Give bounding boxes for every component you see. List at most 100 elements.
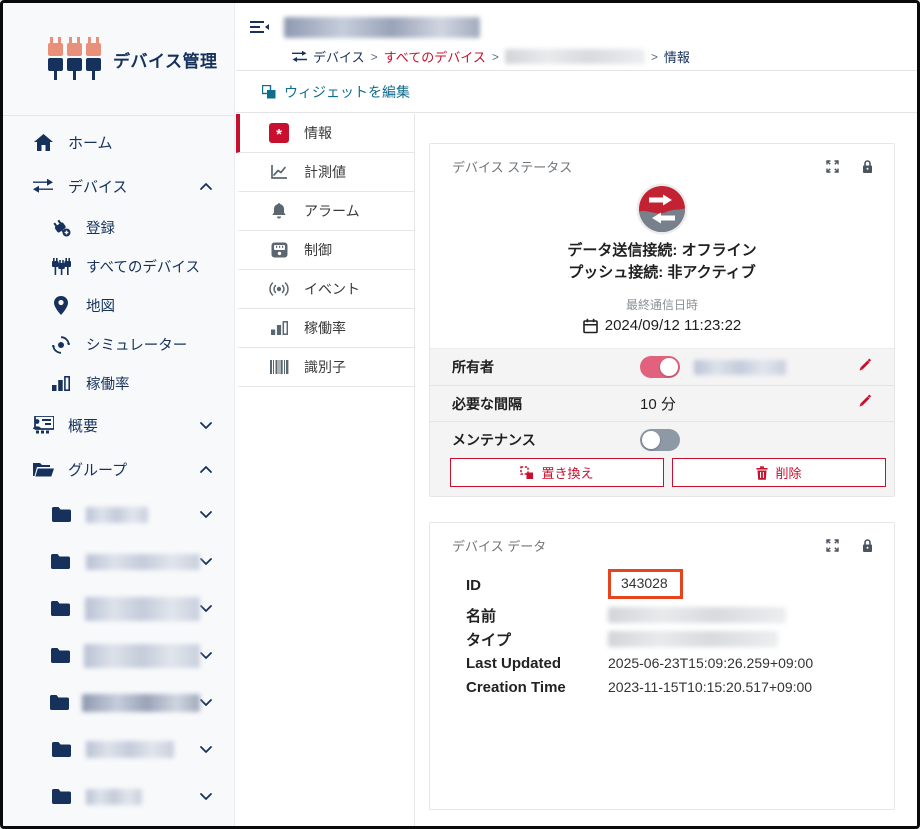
tab-identifiers[interactable]: 識別子 xyxy=(236,348,414,387)
sidebar-item-groups[interactable]: グループ xyxy=(3,447,234,491)
sidebar-nav: ホーム デバイス 登録 すべてのデバイス 地図 シミュレーター 稼働率 概要 グ… xyxy=(3,116,234,820)
sidebar-item-all-devices[interactable]: すべてのデバイス xyxy=(3,247,234,286)
interval-row: 必要な間隔 10 分 xyxy=(430,385,894,421)
page-title-redacted xyxy=(284,17,480,38)
field-label: ID xyxy=(466,576,481,594)
tab-label: 識別子 xyxy=(304,359,346,375)
tab-label: アラーム xyxy=(304,203,360,219)
simulator-icon xyxy=(49,335,73,354)
content: * 情報 計測値 アラーム 制御 イベント 稼働率 識別子 デバイス ステータス… xyxy=(236,114,917,826)
send-connection-label: データ送信接続: xyxy=(567,242,678,259)
chevron-down-icon xyxy=(200,558,212,565)
field-label: Creation Time xyxy=(466,678,566,696)
field-row-name: 名前 xyxy=(466,603,894,627)
sidebar-group-item-redacted[interactable] xyxy=(3,632,234,679)
edit-widgets-button[interactable]: ウィジェットを編集 xyxy=(262,82,410,102)
sidebar-item-label: 稼働率 xyxy=(86,377,130,393)
tab-events[interactable]: イベント xyxy=(236,270,414,309)
widget-toolbar: ウィジェットを編集 xyxy=(236,71,917,113)
delete-button[interactable]: 削除 xyxy=(672,458,886,487)
breadcrumb-device-name-redacted xyxy=(504,49,645,64)
barcode-icon xyxy=(268,360,290,374)
collapse-sidebar-icon[interactable] xyxy=(250,20,270,36)
expand-icon[interactable] xyxy=(826,539,839,552)
redacted-group-name xyxy=(82,693,200,712)
sidebar-item-map[interactable]: 地図 xyxy=(3,286,234,325)
bell-icon xyxy=(268,202,290,220)
interval-value: 10 分 xyxy=(640,396,676,413)
sidebar-item-devices[interactable]: デバイス xyxy=(3,164,234,208)
sidebar-item-home[interactable]: ホーム xyxy=(3,120,234,164)
broadcast-icon xyxy=(268,282,290,296)
breadcrumb-devices[interactable]: デバイス xyxy=(313,47,365,66)
sidebar-group-item-redacted[interactable] xyxy=(3,585,234,632)
edit-widgets-label: ウィジェットを編集 xyxy=(284,83,410,100)
sidebar-item-simulator[interactable]: シミュレーター xyxy=(3,325,234,364)
sidebar-item-label: すべてのデバイス xyxy=(86,260,200,276)
lock-icon[interactable] xyxy=(861,538,874,553)
main-area: デバイス > すべてのデバイス > > 情報 ウィジェットを編集 * 情報 計測… xyxy=(236,3,917,826)
owner-row: 所有者 xyxy=(430,349,894,385)
field-row-id: ID 343028 xyxy=(466,567,894,603)
edit-interval-icon[interactable] xyxy=(858,394,872,413)
sidebar-item-utilization[interactable]: 稼働率 xyxy=(3,364,234,403)
breadcrumb: デバイス > すべてのデバイス > > 情報 xyxy=(292,47,917,66)
sidebar-item-label: シミュレーター xyxy=(86,338,188,354)
chevron-down-icon xyxy=(200,511,212,518)
sidebar-group-item-redacted[interactable] xyxy=(3,726,234,773)
sidebar-group-item-redacted[interactable] xyxy=(3,491,234,538)
tab-info[interactable]: * 情報 xyxy=(236,114,414,153)
device-data-card: デバイス データ ID 343028 名前 タイプ Last Updated 2… xyxy=(429,522,895,810)
push-connection-label: プッシュ接続: xyxy=(568,264,664,281)
sidebar-item-register[interactable]: 登録 xyxy=(3,208,234,247)
lock-icon[interactable] xyxy=(861,159,874,174)
chevron-down-icon xyxy=(200,746,212,753)
connection-status-icon xyxy=(636,183,688,235)
expand-icon[interactable] xyxy=(826,160,839,173)
maintenance-toggle[interactable] xyxy=(640,428,680,451)
bar-chart-icon xyxy=(268,321,290,335)
field-label: Last Updated xyxy=(466,654,562,672)
open-folder-icon xyxy=(31,461,55,477)
tab-control[interactable]: 制御 xyxy=(236,231,414,270)
owner-toggle[interactable] xyxy=(640,356,680,378)
redacted-group-name xyxy=(85,596,200,621)
field-value-type-redacted xyxy=(608,631,778,647)
field-row-type: タイプ xyxy=(466,627,894,651)
delete-button-label: 削除 xyxy=(775,466,802,481)
field-label: 名前 xyxy=(466,607,497,625)
plugs-logo-icon xyxy=(48,37,101,81)
control-meter-icon xyxy=(268,242,290,258)
swap-arrows-icon xyxy=(292,51,307,62)
id-highlight-box: 343028 xyxy=(608,569,683,599)
folder-icon xyxy=(49,648,71,663)
field-value-id: 343028 xyxy=(621,575,668,591)
chevron-down-icon xyxy=(200,652,212,659)
replace-button-label: 置き換え xyxy=(541,466,594,481)
sidebar-group-item-redacted[interactable] xyxy=(3,773,234,820)
swap-arrows-icon xyxy=(31,179,55,193)
tab-label: 制御 xyxy=(304,242,332,258)
device-status-card: デバイス ステータス データ送信接続: オフライン プッシュ接続: 非アクティブ… xyxy=(429,143,895,497)
edit-owner-icon[interactable] xyxy=(858,358,872,377)
card-title: デバイス データ xyxy=(452,539,547,554)
sidebar-group-item-redacted[interactable] xyxy=(3,538,234,585)
replace-button[interactable]: 置き換え xyxy=(450,458,664,487)
maintenance-label: メンテナンス xyxy=(452,431,536,448)
owner-label: 所有者 xyxy=(452,359,494,375)
folder-icon xyxy=(49,742,73,757)
owner-name-redacted xyxy=(694,359,786,375)
redacted-group-name xyxy=(86,741,174,758)
sidebar-item-overview[interactable]: 概要 xyxy=(3,403,234,447)
asterisk-badge-icon: * xyxy=(268,123,290,143)
tab-measurements[interactable]: 計測値 xyxy=(236,153,414,192)
tab-utilization[interactable]: 稼働率 xyxy=(236,309,414,348)
breadcrumb-all-devices[interactable]: すべてのデバイス xyxy=(384,47,486,66)
sidebar-item-label: グループ xyxy=(68,461,128,479)
breadcrumb-separator: > xyxy=(370,49,378,64)
detail-tabs: * 情報 計測値 アラーム 制御 イベント 稼働率 識別子 xyxy=(236,114,415,826)
breadcrumb-separator: > xyxy=(491,49,499,64)
sidebar-group-item-redacted[interactable] xyxy=(3,679,234,726)
field-value-name-redacted xyxy=(608,607,786,623)
tab-alarms[interactable]: アラーム xyxy=(236,192,414,231)
